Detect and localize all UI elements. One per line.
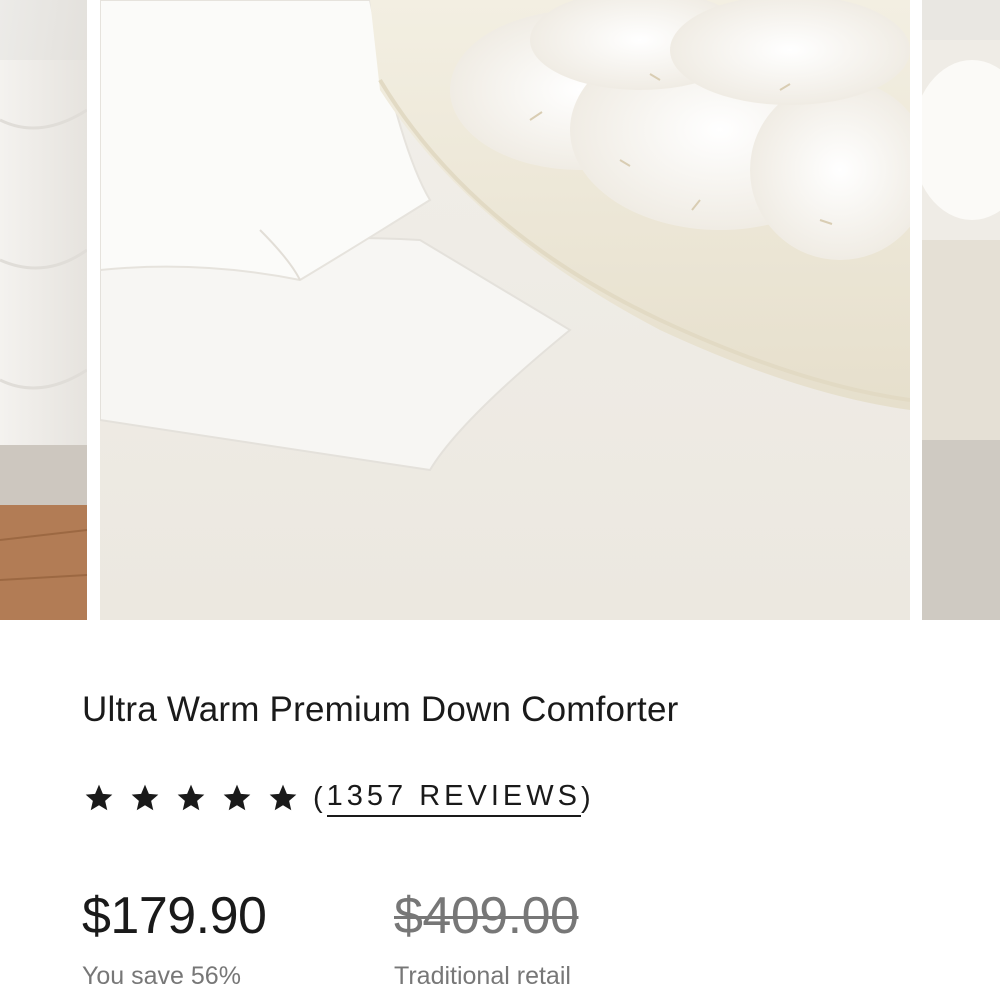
reviews-open-paren: ( [313, 781, 327, 814]
retail-label: Traditional retail [394, 962, 571, 990]
star-icon [170, 778, 213, 818]
savings-label: You save 56% [82, 962, 241, 990]
star-icon [216, 778, 259, 818]
product-title: Ultra Warm Premium Down Comforter [82, 690, 679, 729]
star-rating [78, 778, 305, 818]
down-bowl-image [922, 0, 1000, 620]
retail-price-block: $409.00 Traditional retail [394, 884, 579, 991]
carousel-slide-previous[interactable] [0, 0, 87, 620]
comforter-bed-image [0, 0, 87, 620]
star-icon [124, 778, 167, 818]
carousel-slide-next[interactable] [922, 0, 1000, 620]
product-image-carousel[interactable] [0, 0, 1000, 620]
retail-price: $409.00 [394, 887, 579, 945]
reviews-count-label[interactable]: 1357 REVIEWS [326, 780, 581, 817]
carousel-slide-main[interactable] [100, 0, 910, 620]
star-icon [262, 778, 305, 818]
star-icon [78, 778, 121, 818]
sale-price: $179.90 [82, 887, 267, 945]
reviews-close-paren: ) [581, 781, 595, 814]
reviews-link[interactable]: ( 1357 REVIEWS ) [313, 780, 595, 817]
down-comforter-feathers-image [100, 0, 910, 620]
rating-row: ( 1357 REVIEWS ) [78, 776, 595, 820]
sale-price-block: $179.90 You save 56% [82, 884, 267, 991]
